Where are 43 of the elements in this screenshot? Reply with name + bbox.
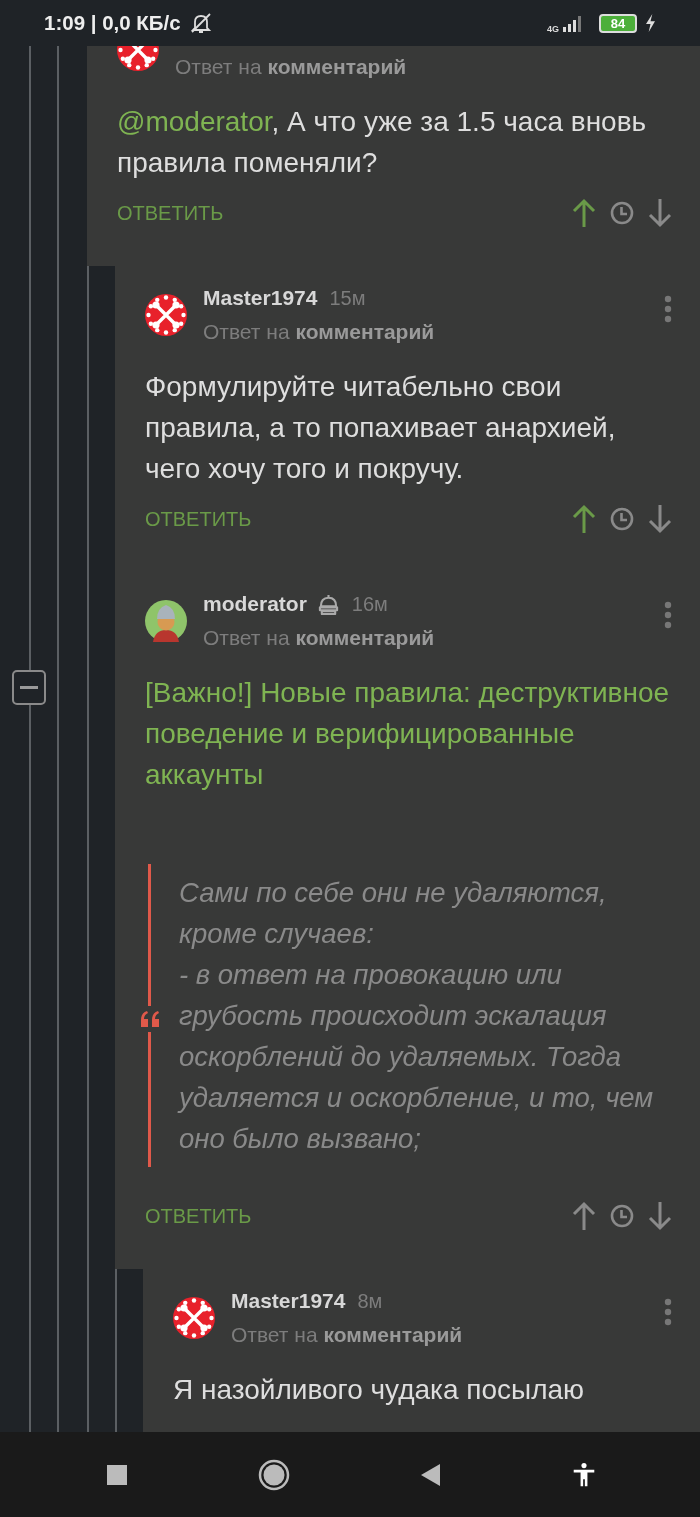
quote-text: Сами по себе они не удаляются, кроме случаев: - в ответ на провокацию или грубость происходит эскалация оскорблений до удаляемых. Тогда удаляется и оскорбление, и то, чем оно было вызвано;: [179, 876, 655, 1156]
reply-to-text: Ответ на комментарий: [203, 319, 436, 345]
accessibility-icon[interactable]: [571, 1462, 596, 1487]
comment-text: Я назойливого чудака посылаю: [173, 1373, 586, 1407]
comment-time: 8м: [357, 1289, 383, 1313]
reply-button[interactable]: ОТВЕТИТЬ: [145, 507, 252, 531]
reply-button[interactable]: ОТВЕТИТЬ: [117, 201, 224, 225]
post-link[interactable]: [Важно!] Новые правила: деструктивное поведение и верифицированные аккаунты: [145, 672, 672, 795]
clock-icon[interactable]: [610, 1204, 634, 1228]
author-name[interactable]: Master1974: [203, 286, 318, 310]
reply-to-text: Ответ на комментарий: [231, 1322, 464, 1348]
signal-icon: [561, 14, 583, 32]
reply-to-text: Ответ на комментарий: [203, 625, 436, 651]
more-icon[interactable]: [664, 295, 672, 323]
mention-link[interactable]: @moderator: [117, 106, 272, 137]
home-icon[interactable]: [257, 1458, 290, 1491]
upvote-arrow-icon[interactable]: [572, 504, 596, 534]
upvote-arrow-icon[interactable]: [572, 1201, 596, 1231]
upvote-arrow-icon[interactable]: [572, 198, 596, 228]
battery-indicator: 84: [599, 13, 637, 33]
collapse-button[interactable]: [12, 670, 46, 705]
author-name[interactable]: moderator: [203, 592, 307, 616]
reply-to-text: Ответ на комментарий: [175, 54, 408, 80]
network-type: 4G: [547, 24, 559, 34]
more-icon[interactable]: [664, 1298, 672, 1326]
comment-text: Формулируйте читабельно свои правила, а то попахивает анархией, чего хочу того и покручу.: [145, 370, 617, 486]
bell-off-icon: [188, 11, 213, 35]
author-name[interactable]: Master1974: [231, 1289, 346, 1313]
comment-time: 16м: [351, 592, 388, 616]
downvote-arrow-icon[interactable]: [648, 198, 672, 228]
wrench-avatar-icon: [145, 294, 187, 336]
clock-icon[interactable]: [610, 507, 634, 531]
status-time: 1:09 | 0,0 КБ/с: [44, 11, 181, 35]
more-icon[interactable]: [664, 601, 672, 629]
comment-time: 15м: [329, 286, 366, 310]
wrench-avatar-icon: [173, 1297, 215, 1339]
reply-button[interactable]: ОТВЕТИТЬ: [145, 1204, 252, 1228]
recents-icon[interactable]: [104, 1462, 129, 1487]
downvote-arrow-icon[interactable]: [648, 1201, 672, 1231]
comment-text: @moderator, А что уже за 1.5 часа вновь правила поменяли?: [117, 105, 648, 180]
downvote-arrow-icon[interactable]: [648, 504, 672, 534]
figure-avatar-icon: [145, 600, 187, 642]
clock-icon[interactable]: [610, 201, 634, 225]
